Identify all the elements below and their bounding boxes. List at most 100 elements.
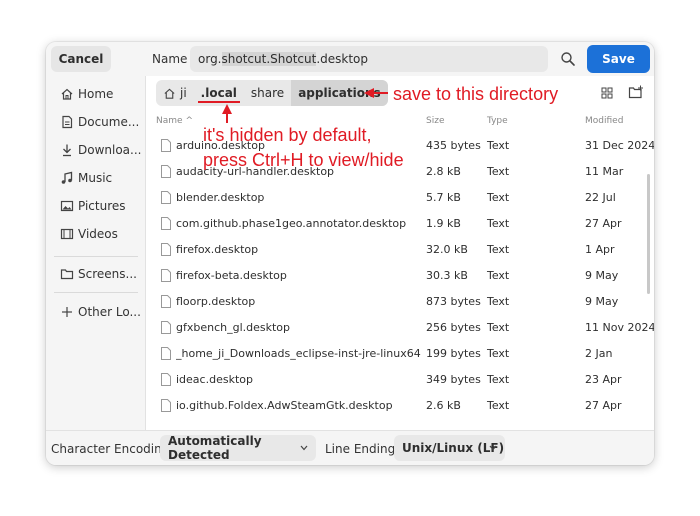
file-row[interactable]: com.github.phase1geo.annotator.desktop 1…	[146, 211, 644, 237]
file-type: Text	[487, 399, 510, 412]
column-label: Name	[156, 116, 183, 126]
file-modified: 1 Apr	[585, 243, 615, 256]
places-sidebar: Home Docume... Downloa... Music Pictures…	[46, 76, 146, 430]
file-modified: 2 Jan	[585, 347, 613, 360]
file-name: firefox.desktop	[176, 243, 259, 256]
file-type: Text	[487, 295, 510, 308]
file-modified: 9 May	[585, 295, 619, 308]
sidebar-item-label: Downloa...	[78, 143, 142, 157]
sidebar-item-screenshots[interactable]: Screens...	[46, 260, 146, 288]
sidebar-item-videos[interactable]: Videos	[46, 220, 146, 248]
name-label: Name	[152, 52, 188, 66]
column-header-name[interactable]: Name ^	[156, 116, 193, 126]
file-name: floorp.desktop	[176, 295, 256, 308]
text-file-icon	[161, 139, 171, 152]
file-type: Text	[487, 139, 510, 152]
file-type: Text	[487, 321, 510, 334]
file-size: 873 bytes	[426, 295, 481, 308]
column-header-modified[interactable]: Modified	[585, 116, 623, 126]
crumb-share[interactable]: share	[244, 80, 291, 106]
file-row[interactable]: blender.desktop 5.7 kB Text 22 Jul	[146, 185, 644, 211]
new-folder-icon[interactable]	[628, 85, 644, 100]
sidebar-item-label: Pictures	[78, 199, 126, 213]
annotation-shortcut-note: press Ctrl+H to view/hide	[203, 150, 404, 170]
save-button[interactable]: Save	[587, 45, 650, 73]
filename-selection: shotcut.Shotcut	[221, 52, 317, 66]
file-type: Text	[487, 243, 510, 256]
file-modified: 22 Jul	[585, 191, 616, 204]
file-row[interactable]: firefox.desktop 32.0 kB Text 1 Apr	[146, 237, 644, 263]
filename-prefix: org.	[198, 52, 222, 66]
file-type: Text	[487, 373, 510, 386]
column-header-size[interactable]: Size	[426, 116, 444, 126]
file-row[interactable]: _home_ji_Downloads_eclipse-inst-jre-linu…	[146, 341, 644, 367]
sidebar-item-label: Home	[78, 87, 114, 101]
filename-input[interactable]: org. shotcut.Shotcut .desktop	[190, 46, 548, 72]
file-row[interactable]: gfxbench_gl.desktop 256 bytes Text 11 No…	[146, 315, 654, 341]
file-modified: 11 Mar	[585, 165, 624, 178]
crumb-applications[interactable]: applications	[291, 80, 388, 106]
list-scrollbar[interactable]	[647, 174, 650, 294]
file-name: com.github.phase1geo.annotator.desktop	[176, 217, 407, 230]
file-modified: 11 Nov 2024	[585, 321, 654, 334]
file-row[interactable]: io.github.Foldex.AdwSteamGtk.desktop 2.6…	[146, 393, 644, 419]
file-name: ideac.desktop	[176, 373, 253, 386]
sidebar-item-label: Docume...	[78, 115, 140, 129]
home-icon	[164, 88, 175, 99]
sidebar-separator	[54, 292, 138, 293]
file-type: Text	[487, 217, 510, 230]
column-header-type[interactable]: Type	[487, 116, 508, 126]
text-file-icon	[161, 321, 171, 334]
grid-view-icon[interactable]	[600, 86, 614, 100]
line-ending-label: Line Ending:	[325, 442, 400, 456]
text-file-icon	[161, 373, 171, 386]
text-file-icon	[161, 295, 171, 308]
sidebar-item-label: Videos	[78, 227, 118, 241]
file-size: 435 bytes	[426, 139, 481, 152]
text-file-icon	[161, 243, 171, 256]
annotation-hidden-note: it's hidden by default,	[203, 125, 372, 145]
file-size: 256 bytes	[426, 321, 481, 334]
text-file-icon	[161, 347, 171, 360]
file-name: blender.desktop	[176, 191, 265, 204]
crumb-home[interactable]: ji	[156, 80, 194, 106]
line-ending-dropdown[interactable]: Unix/Linux (LF)	[394, 435, 505, 461]
video-icon	[60, 228, 74, 240]
crumb-local[interactable]: .local	[194, 80, 244, 106]
file-type: Text	[487, 191, 510, 204]
cancel-button[interactable]: Cancel	[51, 46, 111, 72]
file-row[interactable]: firefox-beta.desktop 30.3 kB Text 9 May	[146, 263, 644, 289]
file-size: 2.8 kB	[426, 165, 461, 178]
music-icon	[61, 171, 73, 184]
encoding-label: Character Encoding:	[51, 442, 174, 456]
sort-ascending-icon: ^	[185, 116, 193, 126]
file-modified: 23 Apr	[585, 373, 622, 386]
text-file-icon	[161, 217, 171, 230]
save-file-dialog: Cancel Name org. shotcut.Shotcut .desktop …	[46, 42, 654, 465]
search-icon[interactable]	[560, 51, 576, 67]
folder-icon	[60, 269, 74, 280]
sidebar-item-label: Screens...	[78, 267, 137, 281]
sidebar-item-downloads[interactable]: Downloa...	[46, 136, 146, 164]
encoding-dropdown[interactable]: Automatically Detected	[160, 434, 316, 462]
file-name: io.github.Foldex.AdwSteamGtk.desktop	[176, 399, 393, 412]
file-modified: 9 May	[585, 269, 619, 282]
sidebar-item-other-locations[interactable]: Other Lo...	[46, 298, 146, 326]
file-type: Text	[487, 165, 510, 178]
text-file-icon	[161, 191, 171, 204]
file-name: firefox-beta.desktop	[176, 269, 287, 282]
file-size: 30.3 kB	[426, 269, 468, 282]
sidebar-item-pictures[interactable]: Pictures	[46, 192, 146, 220]
file-row[interactable]: floorp.desktop 873 bytes Text 9 May	[146, 289, 644, 315]
sidebar-item-label: Music	[78, 171, 113, 185]
file-name: _home_ji_Downloads_eclipse-inst-jre-linu…	[176, 347, 421, 360]
file-size: 349 bytes	[426, 373, 481, 386]
sidebar-item-home[interactable]: Home	[46, 80, 146, 108]
picture-icon	[60, 200, 74, 212]
sidebar-item-music[interactable]: Music	[46, 164, 146, 192]
file-modified: 27 Apr	[585, 217, 622, 230]
file-row[interactable]: ideac.desktop 349 bytes Text 23 Apr	[146, 367, 644, 393]
sidebar-item-documents[interactable]: Docume...	[46, 108, 146, 136]
plus-icon	[62, 307, 72, 317]
file-size: 32.0 kB	[426, 243, 468, 256]
